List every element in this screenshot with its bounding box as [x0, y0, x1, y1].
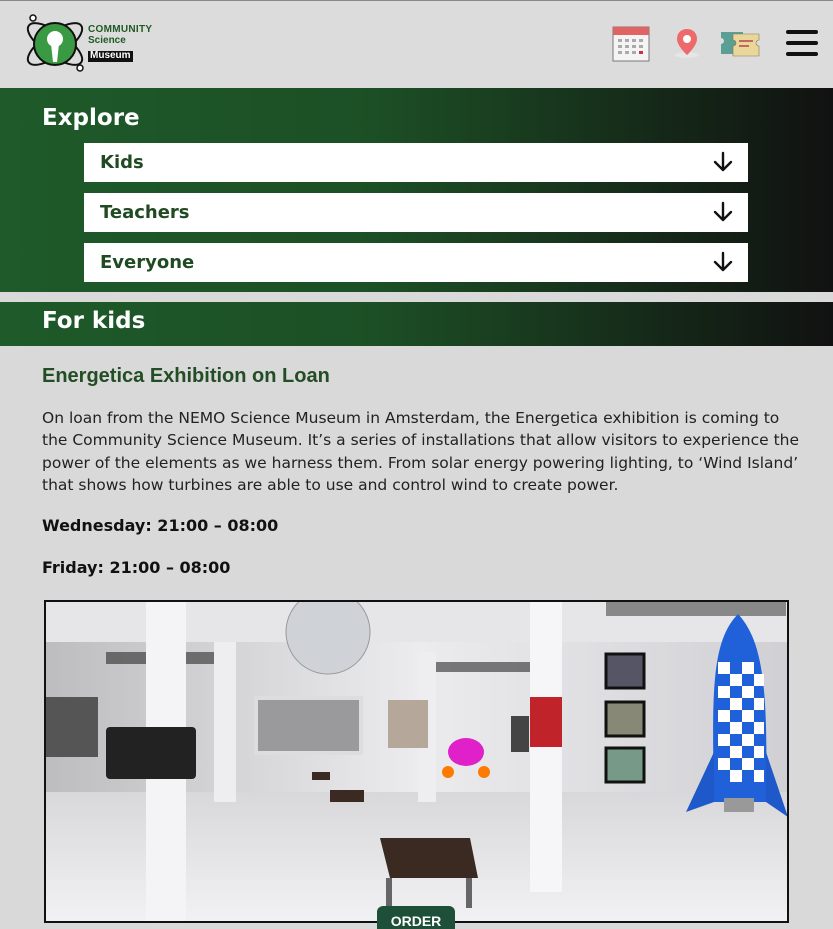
hamburger-menu-icon[interactable] — [786, 29, 818, 61]
event-hours-friday: Friday: 21:00 – 08:00 — [42, 558, 231, 577]
event-hours-wednesday: Wednesday: 21:00 – 08:00 — [42, 516, 279, 535]
arrow-down-icon — [712, 201, 734, 227]
explore-item-kids[interactable]: Kids — [84, 143, 748, 182]
atom-logo-icon — [26, 14, 84, 72]
order-button[interactable]: ORDER — [377, 906, 455, 929]
arrow-down-icon — [712, 251, 734, 277]
tickets-icon[interactable] — [719, 28, 763, 62]
event-description: On loan from the NEMO Science Museum in … — [42, 409, 800, 494]
arrow-down-icon — [712, 151, 734, 177]
logo-line-1: COMMUNITY — [88, 24, 153, 35]
explore-item-teachers[interactable]: Teachers — [84, 193, 748, 232]
explore-item-label: Everyone — [100, 252, 195, 273]
logo-wordmark: COMMUNITY Science Museum — [88, 24, 153, 63]
explore-item-label: Kids — [100, 152, 144, 173]
site-header: COMMUNITY Science Museum — [0, 0, 833, 88]
for-kids-header: For kids — [0, 302, 833, 346]
explore-item-everyone[interactable]: Everyone — [84, 243, 748, 282]
exhibition-photo — [44, 600, 789, 923]
logo-line-2: Science — [88, 34, 126, 46]
for-kids-title: For kids — [42, 308, 146, 334]
logo-line-3: Museum — [88, 50, 133, 62]
explore-item-label: Teachers — [100, 202, 190, 223]
explore-section: Explore Kids Teachers Everyone — [0, 88, 833, 292]
location-pin-icon[interactable] — [672, 27, 702, 63]
site-logo[interactable]: COMMUNITY Science Museum — [22, 8, 152, 80]
calendar-icon[interactable] — [612, 25, 650, 67]
event-title: Energetica Exhibition on Loan — [42, 365, 330, 387]
explore-title: Explore — [42, 105, 140, 131]
